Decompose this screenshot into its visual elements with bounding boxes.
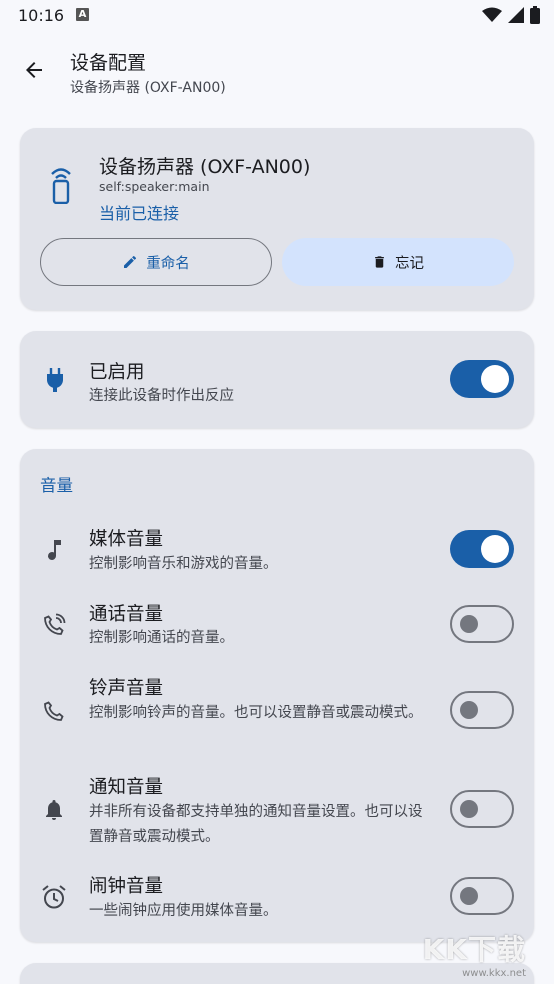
volume-card: 音量 媒体音量 控制影响音乐和游戏的音量。 通话音量 控制影响通话的音量。 铃声… — [20, 449, 534, 942]
volume-item-desc: 控制影响铃声的音量。也可以设置静音或震动模式。 — [89, 705, 423, 721]
battery-icon — [530, 6, 540, 28]
plug-icon — [42, 367, 68, 393]
device-name: 设备扬声器 (OXF-AN00) — [99, 156, 311, 178]
enabled-title: 已启用 — [89, 362, 145, 383]
volume-item-desc: 一些闹钟应用使用媒体音量。 — [89, 903, 278, 919]
enabled-desc: 连接此设备时作出反应 — [89, 388, 234, 404]
volume-item-title: 媒体音量 — [89, 529, 164, 550]
page-subtitle: 设备扬声器 (OXF-AN00) — [70, 80, 226, 96]
watermark-logo: KK下载 — [422, 933, 526, 966]
phone-in-talk-icon — [41, 612, 67, 638]
volume-section-header: 音量 — [40, 476, 73, 495]
volume-item-title: 通知音量 — [89, 777, 164, 798]
switch-knob — [481, 365, 509, 393]
device-card: 设备扬声器 (OXF-AN00) self:speaker:main 当前已连接… — [20, 128, 534, 310]
switch-knob — [481, 535, 509, 563]
volume-item-desc: 控制影响音乐和游戏的音量。 — [89, 556, 278, 572]
alarm-clock-icon — [41, 884, 67, 910]
notification-volume-switch[interactable] — [450, 790, 514, 828]
device-id: self:speaker:main — [99, 179, 210, 194]
trash-icon — [375, 256, 384, 268]
page-title: 设备配置 — [70, 52, 147, 74]
status-icons — [482, 6, 540, 28]
forget-label: 忘记 — [395, 255, 424, 272]
status-time: 10:16 — [18, 6, 65, 25]
volume-item-desc: 控制影响通话的音量。 — [89, 630, 234, 646]
status-bar: 10:16 A — [0, 0, 554, 32]
back-button[interactable] — [14, 50, 54, 90]
switch-knob — [460, 887, 478, 905]
app-bar: 设备配置 设备扬声器 (OXF-AN00) — [0, 38, 554, 108]
ringtone-volume-switch[interactable] — [450, 691, 514, 729]
rename-button[interactable]: 重命名 — [40, 238, 272, 286]
switch-knob — [460, 800, 478, 818]
switch-knob — [460, 615, 478, 633]
volume-item-title: 闹钟音量 — [89, 876, 164, 897]
edit-pencil-icon — [124, 255, 137, 268]
speaker-phone-icon — [48, 166, 74, 208]
wifi-icon — [482, 7, 502, 27]
phone-icon — [41, 698, 67, 724]
alarm-volume-switch[interactable] — [450, 877, 514, 915]
arrow-back-icon — [26, 62, 42, 78]
bell-icon — [41, 797, 67, 823]
watermark-url: www.kkx.net — [462, 968, 526, 979]
signal-icon — [508, 7, 524, 27]
device-status: 当前已连接 — [99, 204, 180, 223]
enabled-card: 已启用 连接此设备时作出反应 — [20, 331, 534, 428]
volume-item-title: 通话音量 — [89, 604, 164, 625]
music-note-icon — [41, 537, 67, 563]
enabled-switch[interactable] — [450, 360, 514, 398]
volume-item-desc: 并非所有设备都支持单独的通知音量设置。也可以设置静音或震动模式。 — [89, 804, 423, 845]
call-volume-switch[interactable] — [450, 605, 514, 643]
switch-knob — [460, 701, 478, 719]
media-volume-switch[interactable] — [450, 530, 514, 568]
volume-item-title: 铃声音量 — [89, 678, 164, 699]
notification-a-icon: A — [76, 8, 89, 21]
rename-label: 重命名 — [146, 255, 190, 272]
forget-button[interactable]: 忘记 — [282, 238, 514, 286]
